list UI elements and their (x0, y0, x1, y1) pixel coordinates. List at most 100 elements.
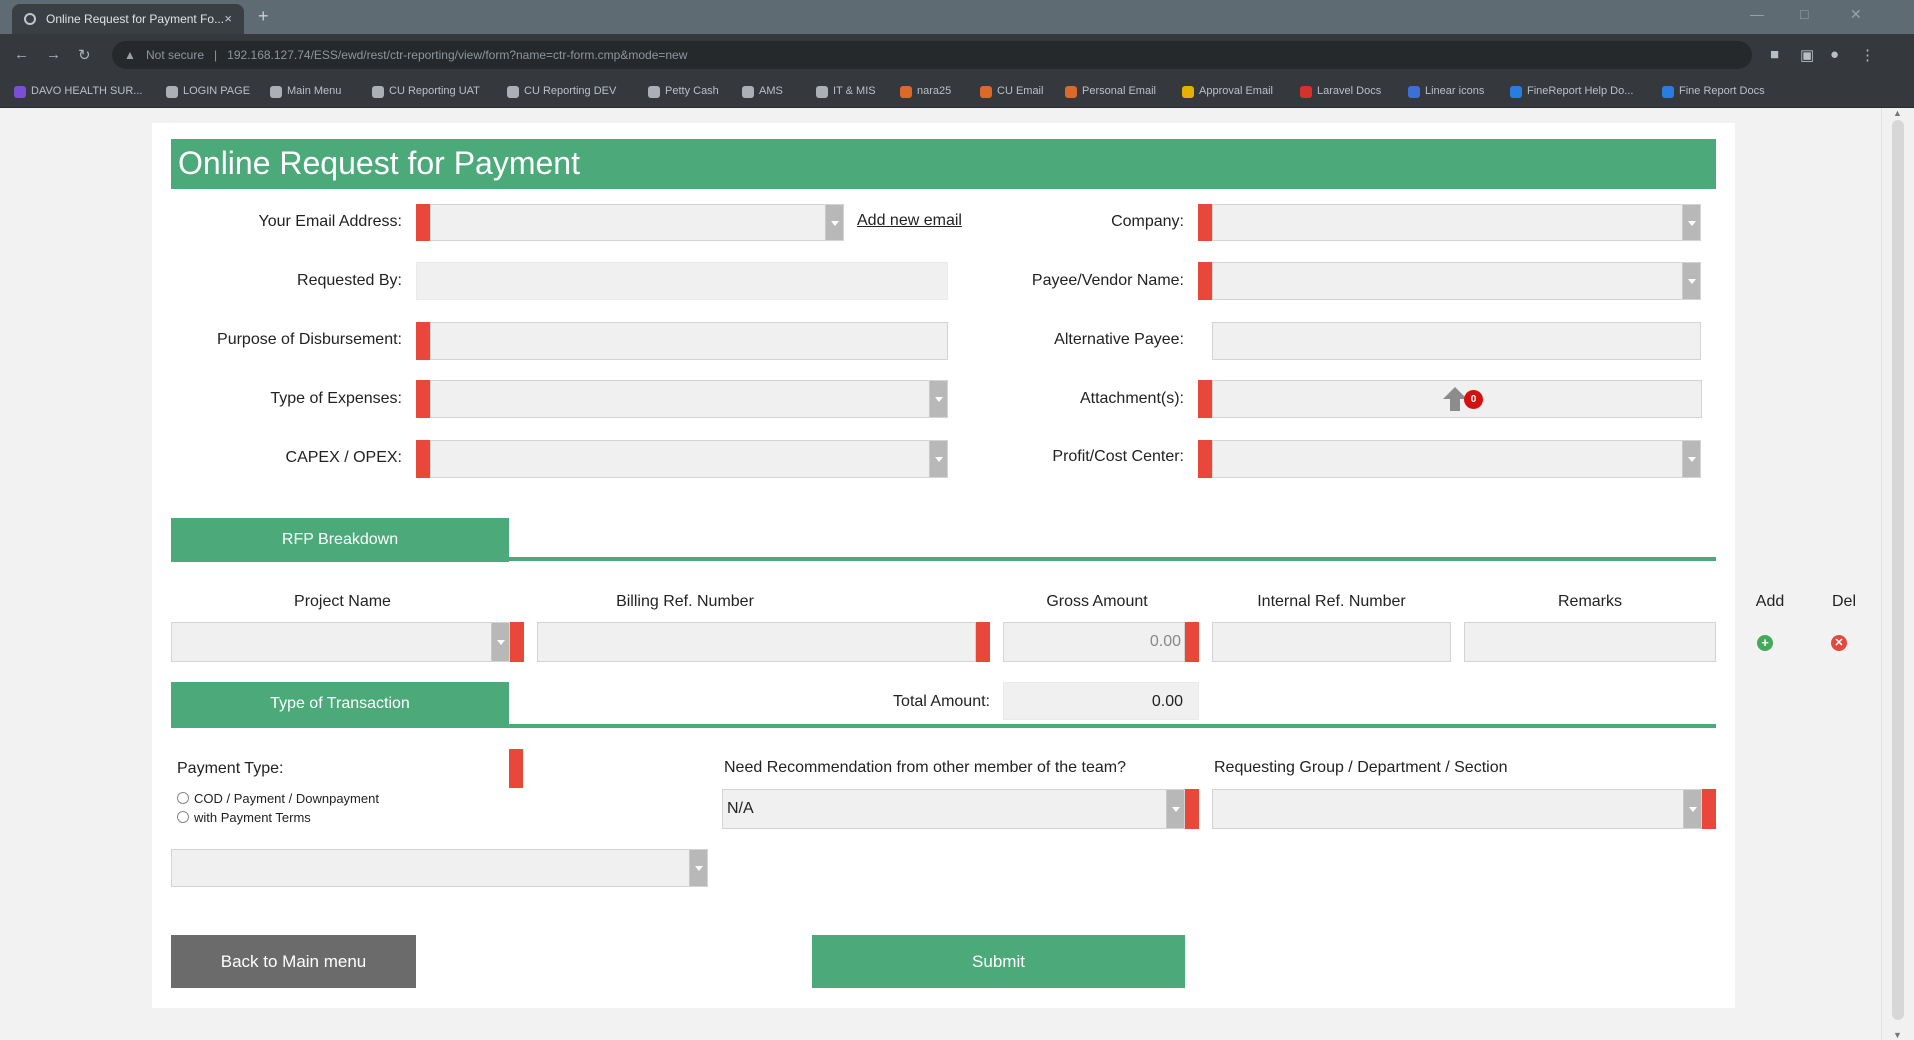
department-select[interactable] (1212, 789, 1702, 829)
section-divider (171, 724, 1716, 728)
bookmark-item[interactable]: Petty Cash (648, 85, 719, 99)
requested-by-label: Requested By: (297, 272, 402, 289)
type-of-expenses-select[interactable] (430, 380, 948, 418)
col-billing-ref: Billing Ref. Number (616, 593, 754, 610)
new-tab-button[interactable]: + (258, 6, 269, 27)
chevron-down-icon[interactable] (1682, 205, 1700, 240)
add-row-icon[interactable]: + (1757, 635, 1773, 651)
bookmark-item[interactable]: Approval Email (1182, 85, 1273, 99)
scroll-thumb[interactable] (1892, 120, 1904, 1020)
requested-by-field[interactable] (416, 262, 948, 300)
col-add: Add (1755, 593, 1785, 610)
total-amount-label: Total Amount: (893, 693, 990, 710)
bookmark-item[interactable]: CU Email (980, 85, 1043, 99)
forward-arrow-icon[interactable]: → (46, 46, 61, 63)
tab-type-of-transaction[interactable]: Type of Transaction (171, 682, 509, 726)
tab-title: Online Request for Payment Fo... (46, 12, 225, 26)
bookmark-item[interactable]: IT & MIS (816, 85, 876, 99)
window-close-icon[interactable]: ✕ (1850, 6, 1862, 23)
required-marker (416, 204, 430, 241)
puzzle-icon[interactable]: ■ (1770, 46, 1779, 63)
bookmark-item[interactable]: CU Reporting UAT (372, 85, 480, 99)
bookmark-item[interactable]: CU Reporting DEV (507, 85, 616, 99)
sidebar-icon[interactable]: ▣ (1800, 46, 1814, 64)
col-remarks: Remarks (1557, 593, 1622, 610)
bookmark-item[interactable]: AMS (742, 85, 783, 99)
maximize-icon[interactable]: □ (1800, 6, 1808, 22)
recommendation-select[interactable]: N/A (722, 789, 1185, 829)
bookmark-favicon-icon (816, 86, 828, 98)
scroll-down-icon[interactable]: ▼ (1893, 1030, 1902, 1040)
scroll-up-icon[interactable]: ▲ (1893, 108, 1902, 118)
chevron-down-icon[interactable] (1682, 263, 1700, 299)
bookmark-favicon-icon (1182, 86, 1194, 98)
chevron-down-icon[interactable] (1166, 790, 1184, 828)
delete-row-icon[interactable]: ✕ (1831, 635, 1847, 651)
reload-icon[interactable]: ↻ (78, 46, 91, 64)
chevron-down-icon[interactable] (491, 623, 509, 661)
remarks-input[interactable] (1464, 622, 1716, 662)
required-marker (1702, 789, 1716, 829)
purpose-input[interactable] (430, 322, 948, 360)
bookmark-favicon-icon (507, 86, 519, 98)
url-text: 192.168.127.74/ESS/ewd/rest/ctr-reportin… (227, 48, 688, 62)
bookmark-label: Approval Email (1199, 85, 1273, 97)
recommendation-value: N/A (727, 800, 754, 817)
bookmark-label: LOGIN PAGE (183, 85, 251, 97)
bookmark-item[interactable]: LOGIN PAGE (166, 85, 250, 99)
profile-icon[interactable]: ● (1830, 46, 1839, 63)
attachment-count-badge: 0 (1464, 390, 1483, 409)
payment-terms-select[interactable] (171, 849, 708, 887)
address-bar[interactable]: ▲ Not secure | 192.168.127.74/ESS/ewd/re… (112, 41, 1752, 69)
bookmark-item[interactable]: Personal Email (1065, 85, 1156, 99)
bookmark-favicon-icon (742, 86, 754, 98)
payee-select[interactable] (1212, 262, 1701, 300)
required-marker (1198, 380, 1212, 418)
radio-payment-terms[interactable]: with Payment Terms (177, 810, 311, 825)
bookmark-label: Main Menu (287, 85, 342, 97)
chevron-down-icon[interactable] (689, 850, 707, 886)
required-marker (1198, 262, 1212, 300)
radio-cod-payment[interactable]: COD / Payment / Downpayment (177, 791, 379, 806)
bookmark-item[interactable]: Fine Report Docs (1662, 85, 1765, 99)
radio-button[interactable] (177, 792, 189, 804)
tab-close-icon[interactable]: × (224, 11, 232, 26)
radio-button[interactable] (177, 811, 189, 823)
browser-tab[interactable]: Online Request for Payment Fo... × (12, 4, 244, 34)
project-name-select[interactable] (171, 622, 510, 662)
capex-opex-select[interactable] (430, 440, 948, 478)
company-select[interactable] (1212, 204, 1701, 241)
bookmark-favicon-icon (1510, 86, 1522, 98)
submit-button[interactable]: Submit (812, 935, 1185, 988)
chevron-down-icon[interactable] (1682, 441, 1700, 477)
chevron-down-icon[interactable] (929, 381, 947, 417)
chevron-down-icon[interactable] (929, 441, 947, 477)
bookmark-item[interactable]: Main Menu (270, 85, 341, 99)
bookmark-item[interactable]: FineReport Help Do... (1510, 85, 1633, 99)
required-marker (1185, 622, 1199, 662)
billing-ref-input[interactable] (537, 622, 976, 662)
required-marker (416, 380, 430, 418)
alternative-payee-input[interactable] (1212, 322, 1701, 360)
bookmark-item[interactable]: nara25 (900, 85, 951, 99)
bookmark-item[interactable]: Laravel Docs (1300, 85, 1381, 99)
bookmark-item[interactable]: Linear icons (1408, 85, 1484, 99)
email-label: Your Email Address: (258, 213, 402, 230)
bookmark-favicon-icon (1065, 86, 1077, 98)
minimize-icon[interactable]: — (1750, 6, 1764, 22)
bookmark-label: nara25 (917, 85, 952, 97)
bookmark-favicon-icon (270, 86, 282, 98)
tab-rfp-breakdown[interactable]: RFP Breakdown (171, 518, 509, 562)
chevron-down-icon[interactable] (825, 205, 843, 240)
profit-center-select[interactable] (1212, 440, 1701, 478)
chevron-down-icon[interactable] (1683, 790, 1701, 828)
internal-ref-input[interactable] (1212, 622, 1451, 662)
menu-icon[interactable]: ⋮ (1860, 46, 1875, 64)
email-select[interactable] (430, 204, 844, 241)
bookmark-label: CU Reporting DEV (524, 85, 617, 97)
add-new-email-link[interactable]: Add new email (857, 212, 962, 230)
page-scrollbar[interactable]: ▲ ▼ (1881, 108, 1914, 1040)
bookmark-item[interactable]: DAVO HEALTH SUR... (14, 85, 142, 99)
back-to-main-menu-button[interactable]: Back to Main menu (171, 935, 416, 988)
back-arrow-icon[interactable]: ← (14, 46, 29, 63)
